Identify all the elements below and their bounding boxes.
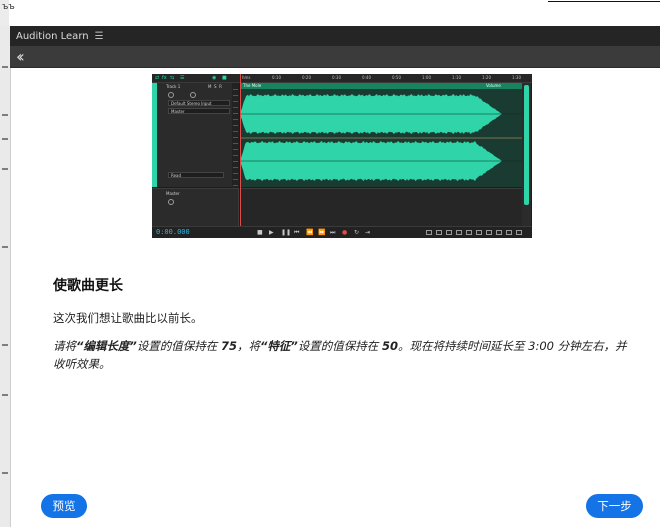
loop-icon: ↻ bbox=[354, 229, 360, 236]
skip-forward-icon: ⏭ bbox=[330, 229, 336, 236]
preview-ruler-label: 0:30 bbox=[332, 75, 341, 80]
preview-ruler-label: 1:30 bbox=[512, 75, 521, 80]
skip-icon: ⇥ bbox=[365, 229, 371, 236]
lesson-intro: 这次我们想让歌曲比以前长。 bbox=[53, 311, 203, 325]
lesson-title: 使歌曲更长 bbox=[53, 278, 123, 294]
preview-ruler-label: hms bbox=[242, 75, 251, 80]
instruction-keyword-feature: “特征” bbox=[259, 339, 298, 353]
instruction-text: 设置的值保持在 bbox=[297, 339, 382, 353]
left-dock-edge bbox=[0, 26, 11, 527]
skip-back-icon: ⏮ bbox=[294, 229, 300, 236]
double-chevron-left-icon[interactable]: ‹‹ bbox=[16, 47, 25, 66]
lesson-preview-image: ⇄ fx ⇆ ☰ ◉ ■ hms 0:10 0:20 0:30 0:40 0:50 1:00 1:10… bbox=[152, 74, 532, 238]
preview-track-name: Track 1 bbox=[166, 84, 181, 89]
window-top-strip: ъъ bbox=[0, 0, 660, 26]
stop-icon: ■ bbox=[257, 229, 263, 236]
preview-transport-bar: 0:00.000 ■ ▶ ❚❚ ⏮ ⏪ ⏩ ⏭ ● ↻ ⇥ bbox=[152, 226, 532, 238]
fast-forward-icon: ⏩ bbox=[318, 229, 326, 236]
rewind-icon: ⏪ bbox=[306, 229, 314, 236]
window-top-right-border bbox=[548, 1, 660, 24]
instruction-keyword-edit-length: “编辑长度” bbox=[76, 339, 137, 353]
preview-ruler-label: 0:40 bbox=[362, 75, 371, 80]
preview-ruler-label: 1:20 bbox=[482, 75, 491, 80]
preview-ruler-label: 0:20 bbox=[302, 75, 311, 80]
preview-ruler-label: 0:50 bbox=[392, 75, 401, 80]
preview-ruler-label: 0:10 bbox=[272, 75, 281, 80]
instruction-text: ，将 bbox=[236, 339, 260, 353]
hamburger-icon[interactable]: ☰ bbox=[95, 31, 104, 42]
panel-title: Audition Learn bbox=[16, 30, 89, 42]
preview-clip bbox=[240, 89, 522, 187]
preview-ruler-label: 1:00 bbox=[422, 75, 431, 80]
preview-track-header: Track 1 M S R Default Stereo Input Maste… bbox=[152, 83, 239, 187]
window-top-left-text: ъъ bbox=[2, 2, 15, 12]
preview-playhead bbox=[240, 74, 241, 226]
preview-waveform bbox=[240, 94, 522, 181]
preview-ruler-label: 1:10 bbox=[452, 75, 461, 80]
preview-track-output: Master bbox=[168, 108, 230, 114]
preview-ruler: hms 0:10 0:20 0:30 0:40 0:50 1:00 1:10 1:20 1:30 bbox=[240, 74, 532, 82]
lesson-instruction: 请将“编辑长度”设置的值保持在 75，将“特征”设置的值保持在 50。现在将持续… bbox=[53, 337, 638, 373]
preview-track-mode: Read bbox=[168, 172, 224, 178]
preview-master-header: Master bbox=[152, 188, 239, 227]
next-button[interactable]: 下一步 bbox=[586, 494, 643, 518]
instruction-value-feature: 50 bbox=[381, 339, 398, 353]
preview-vertical-scrollbar bbox=[522, 83, 531, 226]
record-icon: ● bbox=[342, 229, 348, 236]
preview-time-display: 0:00.000 bbox=[156, 228, 190, 236]
instruction-text: 请将 bbox=[53, 339, 76, 353]
pause-icon: ❚❚ bbox=[281, 229, 292, 236]
preview-button[interactable]: 预览 bbox=[41, 494, 87, 518]
preview-master-lane bbox=[240, 188, 522, 227]
instruction-text: 设置的值保持在 bbox=[136, 339, 221, 353]
panel-nav-bar: ‹‹ bbox=[10, 46, 660, 68]
panel-title-bar: Audition Learn ☰ bbox=[10, 26, 660, 46]
preview-master-name: Master bbox=[166, 191, 180, 196]
instruction-value-edit-length: 75 bbox=[220, 339, 237, 353]
play-icon: ▶ bbox=[269, 229, 274, 236]
preview-track-input: Default Stereo Input bbox=[168, 100, 230, 106]
